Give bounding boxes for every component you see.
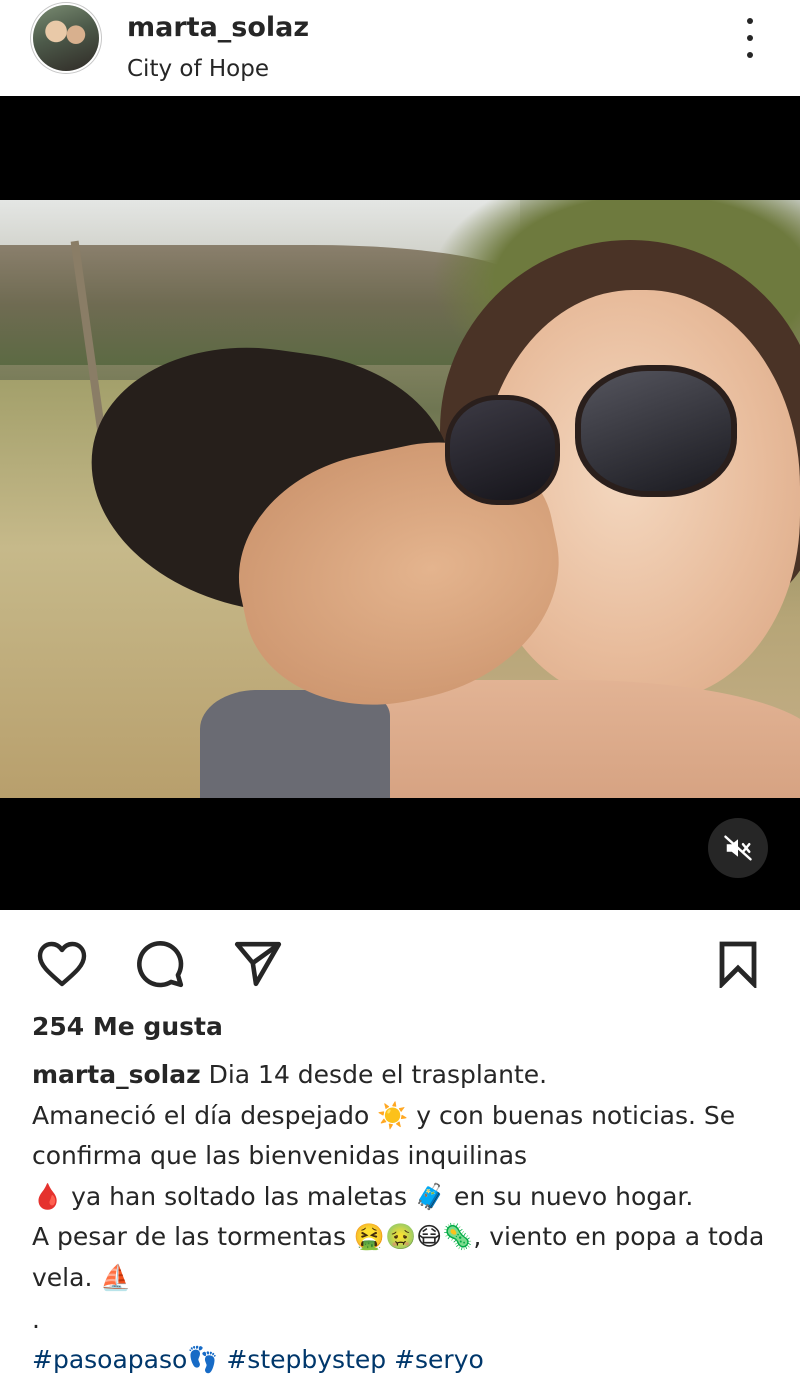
more-vertical-icon[interactable] bbox=[735, 18, 765, 58]
muted-speaker-glyph bbox=[724, 835, 752, 861]
comment-bubble-icon[interactable] bbox=[132, 936, 188, 992]
likes-count[interactable]: 254 Me gusta bbox=[32, 1012, 223, 1041]
post-username[interactable]: marta_solaz bbox=[127, 12, 309, 43]
post-media[interactable] bbox=[0, 96, 800, 910]
bookmark-icon[interactable] bbox=[710, 936, 766, 992]
heart-icon[interactable] bbox=[34, 936, 90, 992]
caption-text: Dia 14 desde el trasplante. Amaneció el … bbox=[32, 1060, 765, 1292]
action-bar bbox=[0, 910, 800, 1010]
photo-sunglasses-right bbox=[575, 365, 737, 497]
muted-speaker-icon[interactable] bbox=[708, 818, 768, 878]
post-location[interactable]: City of Hope bbox=[127, 56, 269, 82]
photo-sunglasses-left bbox=[445, 395, 560, 505]
paper-plane-icon[interactable] bbox=[230, 936, 286, 992]
post-caption: marta_solaz Dia 14 desde el trasplante. … bbox=[32, 1055, 772, 1299]
caption-separator: . bbox=[32, 1305, 40, 1334]
post-header: marta_solaz City of Hope bbox=[0, 0, 800, 96]
post-photo[interactable] bbox=[0, 200, 800, 798]
hashtags[interactable]: #pasoapaso👣 #stepbystep #seryo bbox=[32, 1340, 484, 1380]
avatar[interactable] bbox=[33, 5, 99, 71]
caption-username[interactable]: marta_solaz bbox=[32, 1060, 201, 1089]
photo-shirt bbox=[200, 690, 390, 798]
